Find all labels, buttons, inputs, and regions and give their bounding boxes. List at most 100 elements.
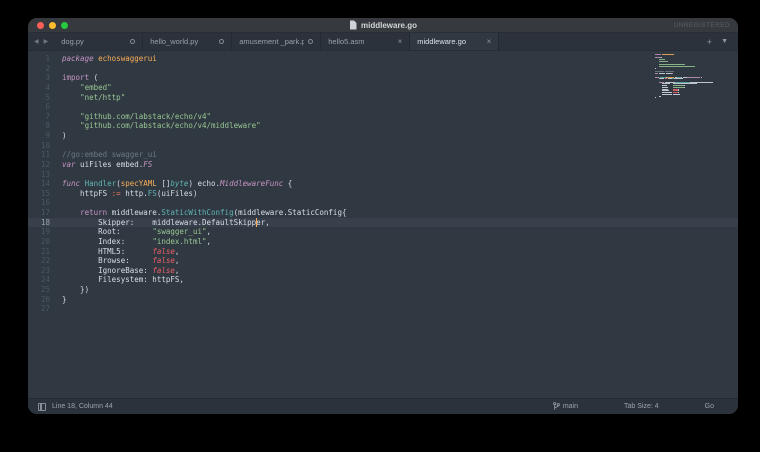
minimap[interactable] [655,54,738,101]
close-window-button[interactable] [37,22,44,29]
line-number: 23 [28,266,62,276]
dirty-indicator-icon[interactable] [130,39,135,44]
tab-label: dog.py [61,37,126,46]
tab-label: hello_world.py [150,37,215,46]
code-lines: 1package echoswaggerui23import (4 "embed… [28,54,738,314]
code-line[interactable]: 13 [28,170,738,180]
line-number: 10 [28,141,62,151]
code-line[interactable]: 10 [28,141,738,151]
text-cursor [256,218,257,227]
line-number: 2 [28,64,62,74]
code-line[interactable]: 18 Skipper: middleware.DefaultSkipper, [28,218,738,228]
code-line[interactable]: 22 Browse: false, [28,256,738,266]
zoom-window-button[interactable] [61,22,68,29]
new-tab-icon[interactable]: + [707,37,712,47]
line-number: 17 [28,208,62,218]
tab-dog-py[interactable]: dog.py [54,33,143,50]
title-bar: middleware.go UNREGISTERED [28,18,738,33]
window-title-group: middleware.go [28,18,738,32]
code-line[interactable]: 15 httpFS := http.FS(uiFiles) [28,189,738,199]
tab-label: amusement _park.py [239,37,304,46]
status-bar: Line 18, Column 44 main Tab Size: 4 Go [28,398,738,414]
code-line[interactable]: 21 HTML5: false, [28,247,738,257]
line-number: 25 [28,285,62,295]
line-number: 21 [28,247,62,257]
code-line[interactable]: 20 Index: "index.html", [28,237,738,247]
code-line[interactable]: 5 "net/http" [28,93,738,103]
tab-amusement-park-py[interactable]: amusement _park.py [232,33,321,50]
status-right: main Tab Size: 4 Go [553,402,728,411]
code-line[interactable]: 8 "github.com/labstack/echo/v4/middlewar… [28,121,738,131]
window-title: middleware.go [361,21,417,30]
code-line[interactable]: 16 [28,198,738,208]
dirty-indicator-icon[interactable] [308,39,313,44]
line-number: 18 [28,218,62,228]
code-line[interactable]: 12var uiFiles embed.FS [28,160,738,170]
line-number: 7 [28,112,62,122]
tab-actions: + ▼ [707,33,738,50]
line-number: 19 [28,227,62,237]
line-number: 14 [28,179,62,189]
line-number: 24 [28,275,62,285]
tab-bar: ◀ ▶ dog.py hello_world.py amusement _park.… [28,33,738,51]
code-line[interactable]: 14func Handler(specYAML []byte) echo.Mid… [28,179,738,189]
line-number: 8 [28,121,62,131]
line-number: 27 [28,304,62,314]
dirty-indicator-icon[interactable] [219,39,224,44]
line-number: 1 [28,54,62,64]
line-number: 12 [28,160,62,170]
code-line[interactable]: 2 [28,64,738,74]
tab-back-icon[interactable]: ◀ [34,38,39,45]
tab-forward-icon[interactable]: ▶ [44,38,49,45]
language-mode[interactable]: Go [705,403,714,410]
tab-nav: ◀ ▶ [28,33,54,50]
code-line[interactable]: 7 "github.com/labstack/echo/v4" [28,112,738,122]
tab-strip: dog.py hello_world.py amusement _park.py he… [54,33,499,50]
tab-middleware-go[interactable]: middleware.go × [410,33,499,50]
minimize-window-button[interactable] [49,22,56,29]
close-tab-icon[interactable]: × [487,38,492,46]
tab-hello5-asm[interactable]: hello5.asm × [321,33,410,50]
code-line[interactable]: 6 [28,102,738,112]
tab-size-indicator[interactable]: Tab Size: 4 [624,403,659,410]
tab-hello-world-py[interactable]: hello_world.py [143,33,232,50]
line-number: 9 [28,131,62,141]
code-line[interactable]: 25 }) [28,285,738,295]
tab-label: hello5.asm [328,37,393,46]
license-status: UNREGISTERED [674,18,730,32]
tab-overflow-icon[interactable]: ▼ [721,38,728,45]
editor-window: middleware.go UNREGISTERED ◀ ▶ dog.py hel… [28,18,738,414]
code-line[interactable]: 9) [28,131,738,141]
code-line[interactable]: 3import ( [28,73,738,83]
code-line[interactable]: 4 "embed" [28,83,738,93]
pane-icon[interactable] [38,403,46,411]
status-left: Line 18, Column 44 [38,403,113,411]
code-line[interactable]: 23 IgnoreBase: false, [28,266,738,276]
line-number: 5 [28,93,62,103]
tab-label: middleware.go [417,37,482,46]
traffic-lights [28,22,68,29]
line-number: 22 [28,256,62,266]
line-number: 26 [28,295,62,305]
code-line[interactable]: 24 Filesystem: httpFS, [28,275,738,285]
line-number: 11 [28,150,62,160]
code-area[interactable]: 1package echoswaggerui23import (4 "embed… [28,51,738,398]
code-line[interactable]: 26} [28,295,738,305]
line-number: 16 [28,198,62,208]
line-number: 13 [28,170,62,180]
code-line[interactable]: 17 return middleware.StaticWithConfig(mi… [28,208,738,218]
code-line[interactable]: 27 [28,304,738,314]
git-branch[interactable]: main [553,402,578,411]
line-number: 3 [28,73,62,83]
line-number: 20 [28,237,62,247]
line-number: 4 [28,83,62,93]
code-line[interactable]: 11//go:embed swagger_ui [28,150,738,160]
document-icon [349,20,357,30]
git-branch-icon [553,402,560,411]
code-line[interactable]: 19 Root: "swagger_ui", [28,227,738,237]
close-tab-icon[interactable]: × [398,38,403,46]
code-line[interactable]: 1package echoswaggerui [28,54,738,64]
git-branch-name: main [563,403,578,410]
cursor-position[interactable]: Line 18, Column 44 [52,403,113,410]
line-number: 6 [28,102,62,112]
